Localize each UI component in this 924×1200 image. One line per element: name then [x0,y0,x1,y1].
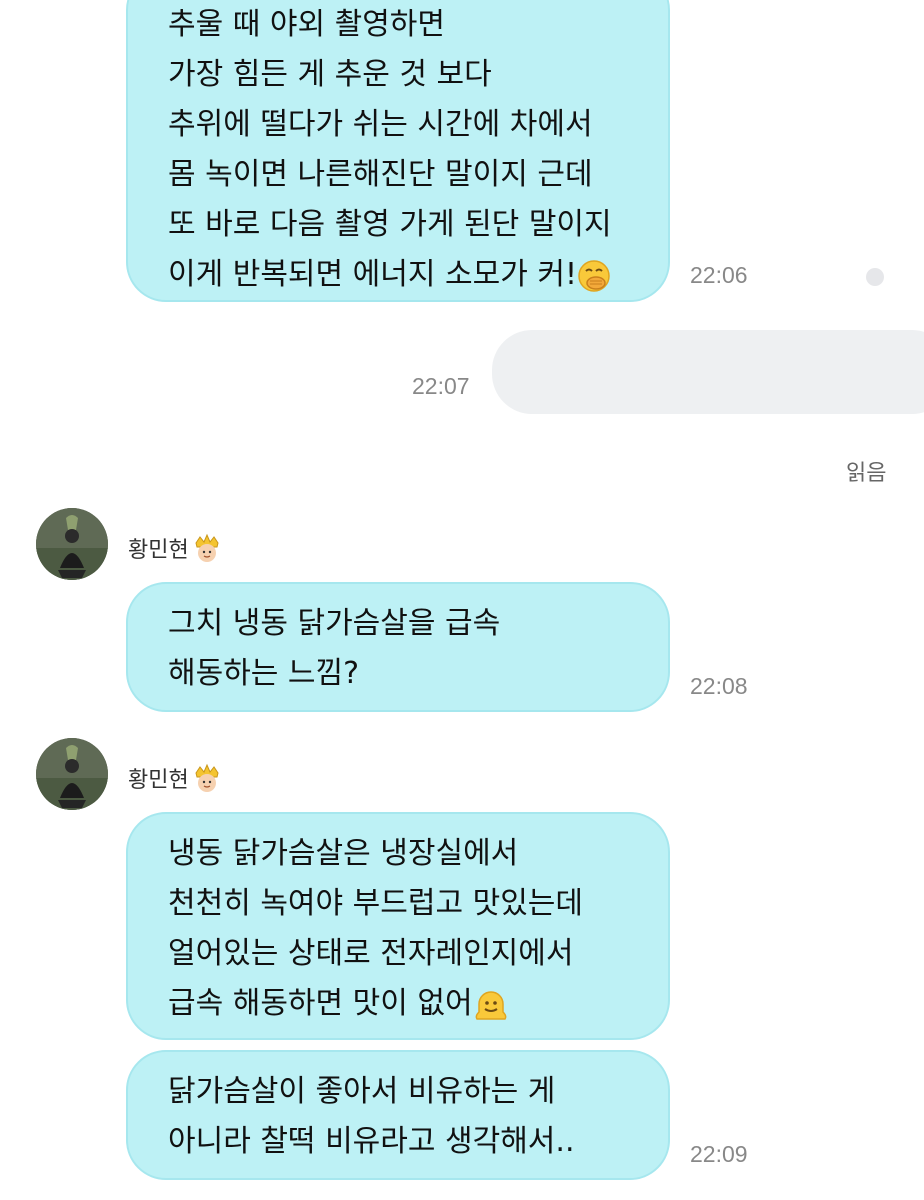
message-line: 급속 해동하면 맛이 없어 [168,979,668,1029]
message-line: 추울 때 야외 촬영하면 [168,7,446,42]
message-line: 해동하는 느낌? [168,656,360,691]
avatar[interactable] [36,508,108,580]
message-text: 이게 반복되면 에너지 소모가 커! [168,257,577,292]
read-receipt: 읽음 [846,461,887,486]
message-line: 아니라 찰떡 비유라고 생각해서.. [168,1124,575,1159]
message-line: 냉동 닭가슴살은 냉장실에서 [168,836,519,871]
sender-name: 황민현 [128,532,221,564]
message-line: 몸 녹이면 나른해진단 말이지 근데 [168,157,593,192]
message-timestamp: 22:07 [412,373,470,399]
prince-icon [195,763,219,792]
message-line: 또 바로 다음 촬영 가게 된단 말이지 [168,207,612,242]
message-bubble[interactable]: 닭가슴살이 좋아서 비유하는 게 아니라 찰떡 비유라고 생각해서.. [126,1050,670,1180]
status-dot [866,268,884,286]
outgoing-message-bubble[interactable] [492,330,924,414]
message-line: 닭가슴살이 좋아서 비유하는 게 [168,1074,556,1109]
sender-name-text: 황민현 [128,538,189,563]
message-text: 급속 해동하면 맛이 없어 [168,986,473,1021]
sender-name: 황민현 [128,762,221,794]
message-timestamp: 22:09 [690,1141,748,1167]
message-timestamp: 22:08 [690,673,748,699]
avatar-image [36,738,108,810]
message-line: 추위에 떨다가 쉬는 시간에 차에서 [168,107,593,142]
avatar[interactable] [36,738,108,810]
avatar-image [36,508,108,580]
message-line: 그치 냉동 닭가슴살을 급속 [168,606,501,641]
sender-name-text: 황민현 [128,768,189,793]
melting-face-icon [475,990,507,1020]
message-line: 가장 힘든 게 추운 것 보다 [168,57,492,92]
message-line: 얼어있는 상태로 전자레인지에서 [168,936,574,971]
message-bubble[interactable]: 그치 냉동 닭가슴살을 급속 해동하는 느낌? [126,582,670,712]
prince-icon [195,533,219,562]
message-line: 천천히 녹여야 부드럽고 맛있는데 [168,886,584,921]
message-timestamp: 22:06 [690,262,748,288]
message-bubble[interactable]: 추울 때 야외 촬영하면 가장 힘든 게 추운 것 보다 추위에 떨다가 쉬는 … [126,0,670,302]
face-with-hand-over-mouth-icon [578,259,610,292]
message-line: 이게 반복되면 에너지 소모가 커! [168,250,668,300]
message-bubble[interactable]: 냉동 닭가슴살은 냉장실에서 천천히 녹여야 부드럽고 맛있는데 얼어있는 상태… [126,812,670,1040]
